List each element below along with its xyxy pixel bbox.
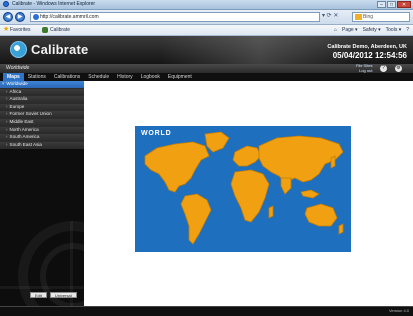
main-menu: Maps Stations Calibrations Schedule Hist…: [0, 73, 413, 81]
minimize-button[interactable]: –: [377, 1, 386, 8]
sidebar-item-south-east-asia[interactable]: › South East Asia: [0, 141, 84, 150]
expand-arrow-icon: ›: [6, 126, 8, 132]
region-europe: [232, 145, 262, 167]
favorites-bar: ★ Favorites Calibrate ⌂ Page ▾ Safety ▾ …: [0, 25, 413, 36]
search-placeholder: Bing: [363, 14, 374, 20]
command-safety[interactable]: Safety ▾: [363, 25, 381, 35]
calibrate-logo-icon: [10, 41, 27, 58]
command-help[interactable]: ?: [406, 25, 409, 35]
app-logo-text: Calibrate: [31, 42, 89, 57]
page-icon: [33, 14, 39, 20]
home-icon[interactable]: ⌂: [334, 25, 337, 35]
breadcrumb-bar: Worldwide File Sites Log out ? ⚙: [0, 63, 413, 73]
header-background: [160, 36, 360, 64]
sidebar-item-worldwide[interactable]: ▾ Worldwide: [0, 81, 84, 89]
sidebar-item-middle-east[interactable]: › Middle East: [0, 118, 84, 127]
header-datetime: 05/04/2012 12:54:56: [332, 51, 407, 60]
region-north-america: [144, 141, 210, 193]
command-page[interactable]: Page ▾: [342, 25, 358, 35]
back-button[interactable]: ◀: [3, 12, 13, 22]
sidebar-item-label: Former Soviet Union: [9, 111, 52, 117]
universal-button[interactable]: Universal: [49, 292, 77, 298]
refresh-stop-icons[interactable]: ▾ ⟳ ✕: [322, 12, 338, 19]
favorites-star-icon[interactable]: ★: [3, 26, 9, 33]
sidebar-item-australia[interactable]: › Australia: [0, 96, 84, 104]
region-asia: [258, 135, 344, 183]
tab-calibrate[interactable]: Calibrate: [50, 25, 70, 35]
version-label: Version 4.0: [388, 308, 409, 313]
expand-arrow-icon: ›: [6, 103, 8, 109]
menu-maps[interactable]: Maps: [3, 73, 24, 81]
sidebar-item-label: Australia: [9, 96, 28, 102]
expand-arrow-icon: ›: [6, 88, 8, 94]
close-button[interactable]: ✕: [397, 1, 411, 8]
sidebar-item-europe[interactable]: › Europe: [0, 103, 84, 112]
region-madagascar: [268, 205, 274, 219]
menu-logbook[interactable]: Logbook: [137, 73, 164, 81]
tab-icon: [42, 27, 48, 33]
region-new-zealand: [338, 223, 344, 235]
region-indonesia: [300, 189, 320, 199]
region-india: [280, 177, 292, 195]
region-sidebar: ▾ Worldwide › Africa › Australia › Europe › F…: [0, 81, 84, 306]
address-input[interactable]: http://calibrate.ammril.com: [30, 12, 320, 22]
world-map-graphic: [144, 131, 344, 245]
edit-button[interactable]: Edit: [30, 292, 47, 298]
menu-schedule[interactable]: Schedule: [84, 73, 113, 81]
command-tools[interactable]: Tools ▾: [386, 25, 402, 35]
sidebar-item-label: South East Asia: [9, 141, 42, 147]
window-title: Calibrate - Windows Internet Explorer: [12, 1, 96, 7]
sidebar-item-label: Africa: [9, 88, 22, 94]
address-bar-row: ◀ ▶ http://calibrate.ammril.com ▾ ⟳ ✕ Bi…: [0, 10, 413, 25]
window-title-bar: Calibrate - Windows Internet Explorer – …: [0, 0, 413, 10]
sidebar-item-africa[interactable]: › Africa: [0, 88, 84, 97]
bing-icon: [355, 14, 362, 20]
app-header: Calibrate Calibrate Demo, Aberdeen, UK 0…: [0, 36, 413, 64]
sidebar-item-label: Middle East: [9, 118, 34, 124]
forward-button[interactable]: ▶: [15, 12, 25, 22]
region-greenland: [204, 131, 230, 153]
sidebar-item-label: Europe: [9, 103, 25, 109]
company-name: Calibrate Demo, Aberdeen, UK: [327, 44, 407, 50]
sidebar-item-label: North America: [9, 126, 39, 132]
search-input[interactable]: Bing: [352, 12, 410, 22]
menu-stations[interactable]: Stations: [24, 73, 50, 81]
map-title: WORLD: [141, 130, 172, 137]
user-links: File Sites Log out: [356, 63, 372, 73]
url-text: http://calibrate.ammril.com: [40, 14, 99, 20]
favorites-label[interactable]: Favorites: [10, 25, 31, 35]
command-bar: ⌂ Page ▾ Safety ▾ Tools ▾ ?: [334, 25, 409, 35]
expand-arrow-icon: ›: [6, 96, 8, 102]
expand-arrow-icon: ›: [6, 111, 8, 117]
menu-history[interactable]: History: [113, 73, 137, 81]
sidebar-item-label: Worldwide: [6, 81, 28, 86]
help-icon[interactable]: ?: [380, 65, 387, 72]
world-map[interactable]: WORLD: [135, 126, 351, 252]
maximize-button[interactable]: □: [387, 1, 396, 8]
menu-calibrations[interactable]: Calibrations: [50, 73, 84, 81]
sidebar-buttons: Edit Universal: [30, 292, 77, 298]
expand-arrow-icon: ›: [6, 141, 8, 147]
region-south-america: [180, 193, 212, 245]
collapse-arrow-icon: ▾: [2, 81, 5, 86]
region-japan: [330, 155, 336, 169]
main-content: WORLD: [84, 81, 413, 306]
region-australia: [304, 203, 338, 227]
sidebar-item-former-soviet-union[interactable]: › Former Soviet Union: [0, 111, 84, 119]
sidebar-item-south-america[interactable]: › South America: [0, 134, 84, 142]
region-africa: [230, 169, 270, 223]
settings-gear-icon[interactable]: ⚙: [395, 65, 402, 72]
breadcrumb: Worldwide: [6, 65, 30, 71]
window-controls: – □ ✕: [377, 1, 411, 8]
sidebar-item-north-america[interactable]: › North America: [0, 126, 84, 135]
browser-icon: [3, 1, 9, 7]
expand-arrow-icon: ›: [6, 134, 8, 140]
menu-equipment[interactable]: Equipment: [164, 73, 196, 81]
sidebar-item-label: South America: [9, 134, 40, 140]
expand-arrow-icon: ›: [6, 118, 8, 124]
